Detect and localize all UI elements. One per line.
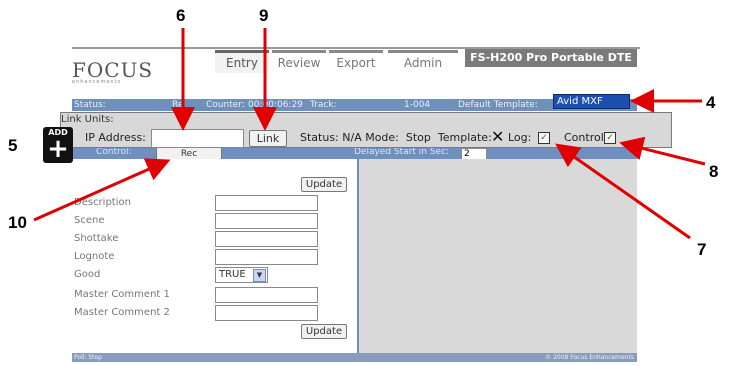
callout-arrows [33,28,706,240]
arrow-8 [619,136,706,166]
arrow-10 [33,158,171,222]
arrow-7 [555,143,691,240]
